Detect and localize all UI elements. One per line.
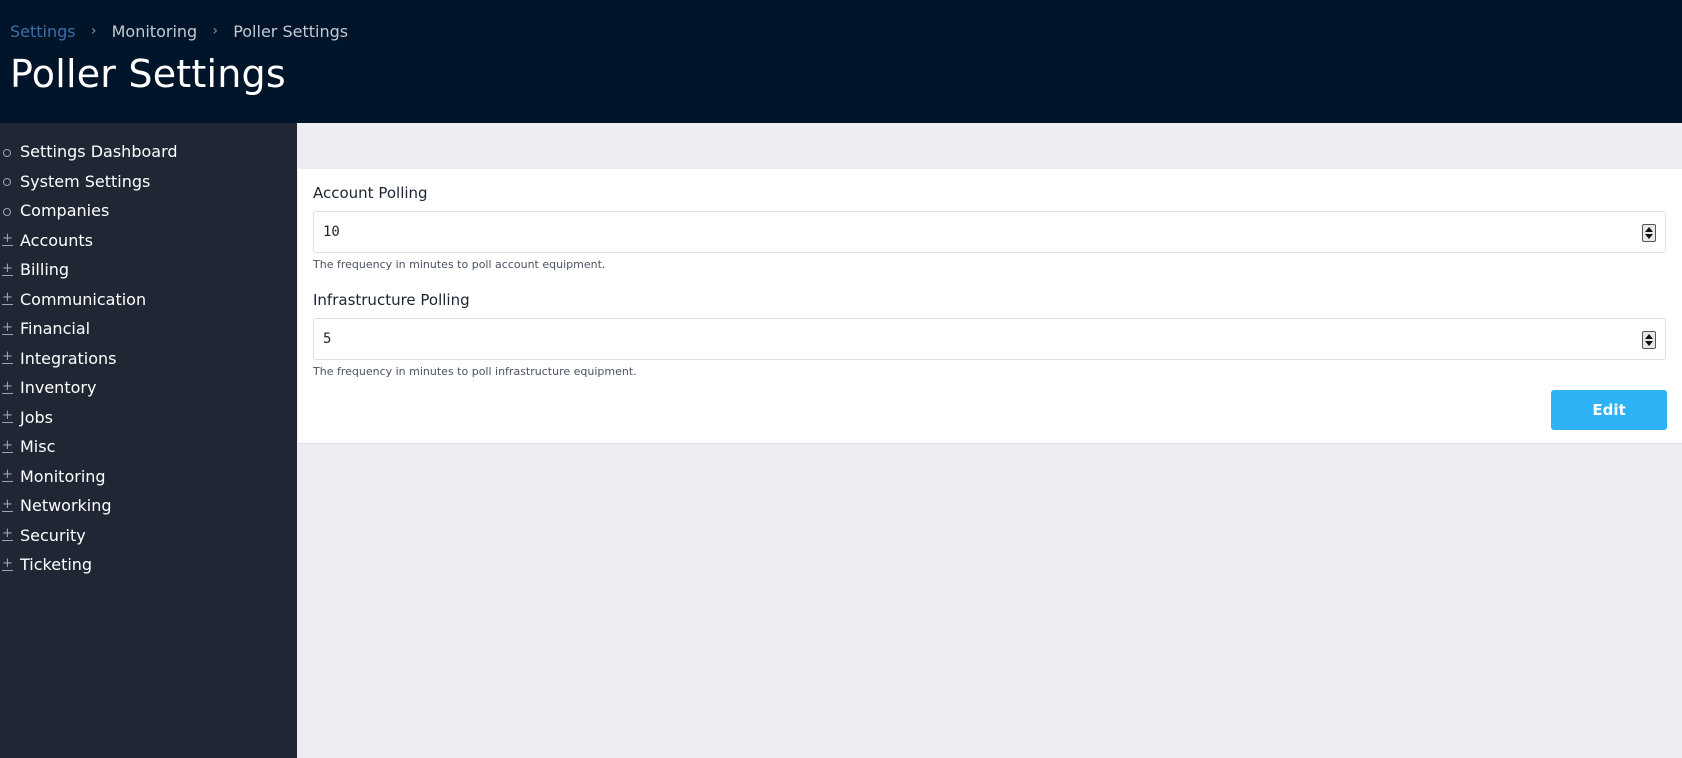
infrastructure-polling-input[interactable] <box>314 331 1614 347</box>
sidebar-item-financial[interactable]: Financial <box>0 314 297 344</box>
sidebar-item-monitoring[interactable]: Monitoring <box>0 462 297 492</box>
breadcrumb: Settings › Monitoring › Poller Settings <box>10 21 348 41</box>
sidebar-item-label: Communication <box>20 289 147 309</box>
circle-icon <box>2 175 12 187</box>
plus-icon <box>2 558 13 571</box>
circle-icon <box>2 146 12 158</box>
sidebar-item-communication[interactable]: Communication <box>0 285 297 315</box>
sidebar-item-label: Networking <box>20 496 112 516</box>
sidebar-item-label: Settings Dashboard <box>20 142 178 162</box>
sidebar-item-label: Misc <box>20 437 56 457</box>
plus-icon <box>2 410 13 424</box>
sidebar-item-ticketing[interactable]: Ticketing <box>0 550 297 580</box>
sidebar-item-billing[interactable]: Billing <box>0 255 297 285</box>
sidebar-item-networking[interactable]: Networking <box>0 491 297 521</box>
infrastructure-polling-input-wrapper <box>313 318 1666 360</box>
plus-icon <box>2 292 13 306</box>
plus-icon <box>2 263 13 276</box>
sidebar-item-label: System Settings <box>20 171 151 191</box>
sidebar-item-label: Integrations <box>20 348 117 368</box>
account-polling-field: Account Polling The frequency in minutes… <box>313 183 1666 272</box>
sidebar-item-misc[interactable]: Misc <box>0 432 297 462</box>
sidebar-item-inventory[interactable]: Inventory <box>0 373 297 403</box>
sidebar-item-label: Security <box>20 525 86 545</box>
sidebar-item-label: Inventory <box>20 378 97 398</box>
plus-icon <box>2 351 13 365</box>
plus-icon <box>2 469 13 483</box>
infrastructure-polling-label: Infrastructure Polling <box>313 291 470 309</box>
sidebar-item-label: Accounts <box>20 230 93 250</box>
account-polling-label: Account Polling <box>313 184 428 202</box>
sidebar-item-accounts[interactable]: Accounts <box>0 226 297 256</box>
settings-sidebar: Settings Dashboard System Settings Compa… <box>0 123 297 758</box>
spinner-down-icon[interactable] <box>1645 234 1653 239</box>
plus-icon <box>2 499 13 512</box>
sidebar-item-integrations[interactable]: Integrations <box>0 344 297 374</box>
page-header: Settings › Monitoring › Poller Settings … <box>0 0 1682 123</box>
account-polling-input[interactable] <box>314 224 1614 240</box>
chevron-right-icon: › <box>212 23 218 39</box>
sidebar-item-settings-dashboard[interactable]: Settings Dashboard <box>0 137 297 167</box>
breadcrumb-current: Poller Settings <box>233 21 349 41</box>
page-title: Poller Settings <box>10 52 286 96</box>
sidebar-item-label: Monitoring <box>20 466 106 486</box>
chevron-right-icon: › <box>90 23 97 39</box>
number-spinner-icon[interactable] <box>1642 224 1656 242</box>
breadcrumb-settings-link[interactable]: Settings <box>10 22 76 41</box>
circle-icon <box>2 205 12 217</box>
sidebar-item-label: Financial <box>20 319 91 339</box>
poller-settings-form: Account Polling The frequency in minutes… <box>298 169 1682 444</box>
plus-icon <box>2 322 13 335</box>
infrastructure-polling-field: Infrastructure Polling The frequency in … <box>313 290 1666 379</box>
sidebar-item-jobs[interactable]: Jobs <box>0 403 297 433</box>
infrastructure-polling-help: The frequency in minutes to poll infrast… <box>313 365 637 378</box>
plus-icon <box>2 528 13 542</box>
spinner-up-icon[interactable] <box>1645 227 1653 232</box>
spinner-up-icon[interactable] <box>1645 334 1653 339</box>
plus-icon <box>2 440 13 453</box>
sidebar-item-label: Billing <box>20 260 70 280</box>
account-polling-help: The frequency in minutes to poll account… <box>313 258 606 271</box>
number-spinner-icon[interactable] <box>1642 331 1656 349</box>
sidebar-item-system-settings[interactable]: System Settings <box>0 167 297 197</box>
sidebar-item-security[interactable]: Security <box>0 521 297 551</box>
edit-button[interactable]: Edit <box>1551 390 1667 430</box>
sidebar-item-label: Ticketing <box>20 555 93 575</box>
plus-icon <box>2 381 13 394</box>
spinner-down-icon[interactable] <box>1645 341 1653 346</box>
sidebar-item-label: Jobs <box>20 407 53 427</box>
account-polling-input-wrapper <box>313 211 1666 253</box>
sidebar-item-companies[interactable]: Companies <box>0 196 297 226</box>
plus-icon <box>2 233 13 247</box>
breadcrumb-monitoring[interactable]: Monitoring <box>112 22 198 41</box>
sidebar-item-label: Companies <box>20 201 110 221</box>
